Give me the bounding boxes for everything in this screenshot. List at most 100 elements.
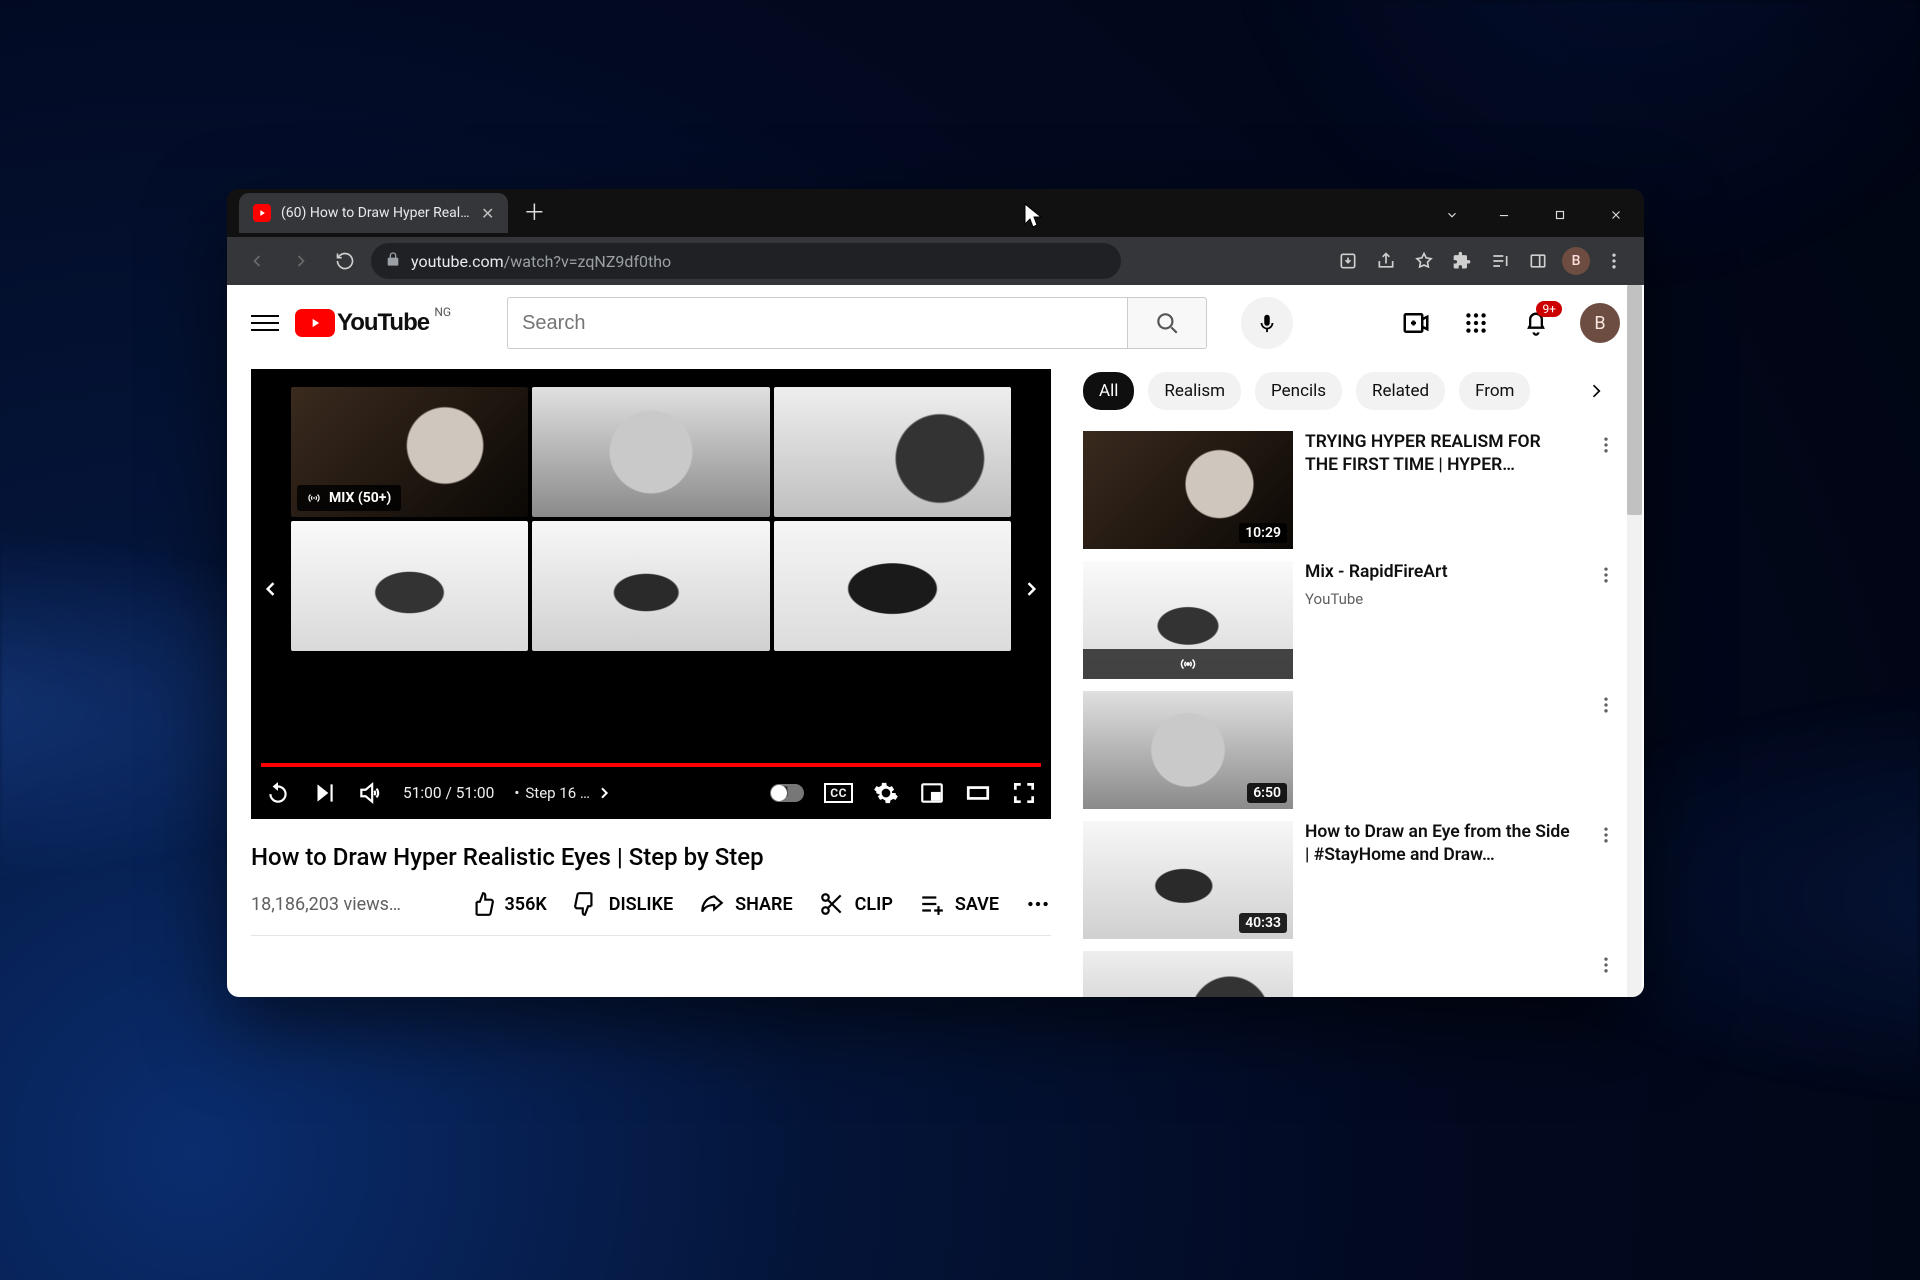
chips-next-button[interactable] xyxy=(1572,369,1620,413)
nav-forward-button[interactable] xyxy=(283,243,319,279)
end-card[interactable]: MIX (50+) xyxy=(291,387,528,517)
tabstrip: (60) How to Draw Hyper Realistic ✕ ＋ xyxy=(227,189,1428,237)
miniplayer-button[interactable] xyxy=(919,780,945,806)
search-input[interactable] xyxy=(507,297,1127,349)
video-actions: 356K DISLIKE SHARE CLIP SAVE xyxy=(469,891,1051,917)
view-count: 18,186,203 views… xyxy=(251,894,401,915)
search-icon xyxy=(1154,310,1180,336)
youtube-logo[interactable]: YouTube NG xyxy=(295,309,429,337)
recommendation-menu-button[interactable] xyxy=(1592,431,1620,549)
recommendation-item[interactable]: 6:50 xyxy=(1083,691,1620,809)
install-app-icon[interactable] xyxy=(1330,243,1366,279)
recommendation-info xyxy=(1305,691,1580,809)
lock-icon xyxy=(385,251,401,271)
end-screen-next[interactable] xyxy=(1017,567,1045,611)
share-page-icon[interactable] xyxy=(1368,243,1404,279)
window-maximize-button[interactable] xyxy=(1532,193,1588,237)
search-button[interactable] xyxy=(1127,297,1207,349)
recommendation-item[interactable]: Mix - RapidFireArtYouTube xyxy=(1083,561,1620,679)
voice-search-button[interactable] xyxy=(1241,297,1293,349)
window-controls xyxy=(1428,193,1644,237)
end-card[interactable] xyxy=(774,521,1011,651)
recommendation-thumbnail[interactable]: 40:33 xyxy=(1083,821,1293,939)
profile-button[interactable]: B xyxy=(1558,243,1594,279)
volume-button[interactable] xyxy=(357,780,383,806)
recommendation-item[interactable] xyxy=(1083,951,1620,997)
account-avatar[interactable]: B xyxy=(1580,303,1620,343)
save-button[interactable]: SAVE xyxy=(919,891,999,917)
recommendation-menu-button[interactable] xyxy=(1592,951,1620,997)
nav-reload-button[interactable] xyxy=(327,243,363,279)
tab-title: (60) How to Draw Hyper Realistic xyxy=(281,205,471,221)
more-vert-icon xyxy=(1596,955,1616,975)
page-scrollbar-thumb[interactable] xyxy=(1627,285,1642,515)
bookmark-star-icon[interactable] xyxy=(1406,243,1442,279)
chapter-button[interactable]: • Step 16 … xyxy=(514,784,612,802)
apps-button[interactable] xyxy=(1460,307,1492,339)
recommendation-thumbnail[interactable] xyxy=(1083,951,1293,997)
recommendation-menu-button[interactable] xyxy=(1592,561,1620,679)
browser-window: (60) How to Draw Hyper Realistic ✕ ＋ you… xyxy=(227,189,1644,997)
recommendation-title: Mix - RapidFireArt xyxy=(1305,561,1574,584)
toolbar-actions: B xyxy=(1330,243,1632,279)
tab-search-button[interactable] xyxy=(1428,193,1476,237)
window-close-button[interactable] xyxy=(1588,193,1644,237)
window-minimize-button[interactable] xyxy=(1476,193,1532,237)
new-tab-button[interactable]: ＋ xyxy=(518,195,550,227)
recommendation-thumbnail[interactable] xyxy=(1083,561,1293,679)
apps-grid-icon xyxy=(1463,310,1489,336)
video-player[interactable]: MIX (50+) xyxy=(251,369,1051,819)
browser-tab[interactable]: (60) How to Draw Hyper Realistic ✕ xyxy=(239,193,508,233)
share-icon xyxy=(699,891,725,917)
address-bar[interactable]: youtube.com/watch?v=zqNZ9df0tho xyxy=(371,243,1121,279)
recommendation-menu-button[interactable] xyxy=(1592,821,1620,939)
end-screen-prev[interactable] xyxy=(257,567,285,611)
create-button[interactable] xyxy=(1400,307,1432,339)
replay-button[interactable] xyxy=(265,780,291,806)
recommendation-item[interactable]: 10:29 TRYING HYPER REALISM FOR THE FIRST … xyxy=(1083,431,1620,549)
share-button[interactable]: SHARE xyxy=(699,891,793,917)
nav-back-button[interactable] xyxy=(239,243,275,279)
end-card[interactable] xyxy=(532,521,769,651)
extensions-icon[interactable] xyxy=(1444,243,1480,279)
notifications-button[interactable]: 9+ xyxy=(1520,307,1552,339)
end-card[interactable] xyxy=(291,521,528,651)
like-button[interactable]: 356K xyxy=(469,891,547,917)
recommendation-info: How to Draw an Eye from the Side | #Stay… xyxy=(1305,821,1580,939)
end-card[interactable] xyxy=(774,387,1011,517)
settings-button[interactable] xyxy=(873,780,899,806)
recommendation-title: TRYING HYPER REALISM FOR THE FIRST TIME … xyxy=(1305,431,1574,477)
recommendation-thumbnail[interactable]: 10:29 xyxy=(1083,431,1293,549)
recommendation-item[interactable]: 40:33 How to Draw an Eye from the Side | … xyxy=(1083,821,1620,939)
duration-badge: 40:33 xyxy=(1239,913,1287,933)
filter-chip[interactable]: Realism xyxy=(1148,372,1241,410)
gear-icon xyxy=(873,780,899,806)
country-code: NG xyxy=(434,305,451,319)
youtube-play-icon xyxy=(295,309,335,337)
sidepanel-icon[interactable] xyxy=(1520,243,1556,279)
autoplay-toggle[interactable]: ❚❚ xyxy=(770,784,804,802)
dislike-button[interactable]: DISLIKE xyxy=(573,891,673,917)
end-card[interactable] xyxy=(532,387,769,517)
recommendation-thumbnail[interactable]: 6:50 xyxy=(1083,691,1293,809)
more-actions-button[interactable] xyxy=(1025,891,1051,917)
youtube-favicon xyxy=(253,204,271,222)
tab-close-icon[interactable]: ✕ xyxy=(481,204,494,223)
filter-chip[interactable]: Related xyxy=(1356,372,1445,410)
clip-button[interactable]: CLIP xyxy=(819,891,893,917)
captions-button[interactable]: CC xyxy=(824,783,853,803)
filter-chip[interactable]: All xyxy=(1083,372,1134,410)
next-button[interactable] xyxy=(311,780,337,806)
fullscreen-button[interactable] xyxy=(1011,780,1037,806)
mix-badge: MIX (50+) xyxy=(297,485,401,511)
reading-list-icon[interactable] xyxy=(1482,243,1518,279)
recommendation-menu-button[interactable] xyxy=(1592,691,1620,809)
theater-button[interactable] xyxy=(965,780,991,806)
video-title: How to Draw Hyper Realistic Eyes | Step … xyxy=(251,819,1051,871)
guide-menu-button[interactable] xyxy=(251,309,279,337)
youtube-wordmark: YouTube xyxy=(337,309,429,337)
browser-menu-button[interactable] xyxy=(1596,243,1632,279)
filter-chip[interactable]: Pencils xyxy=(1255,372,1342,410)
filter-chip[interactable]: From xyxy=(1459,372,1530,410)
browser-titlebar: (60) How to Draw Hyper Realistic ✕ ＋ xyxy=(227,189,1644,237)
